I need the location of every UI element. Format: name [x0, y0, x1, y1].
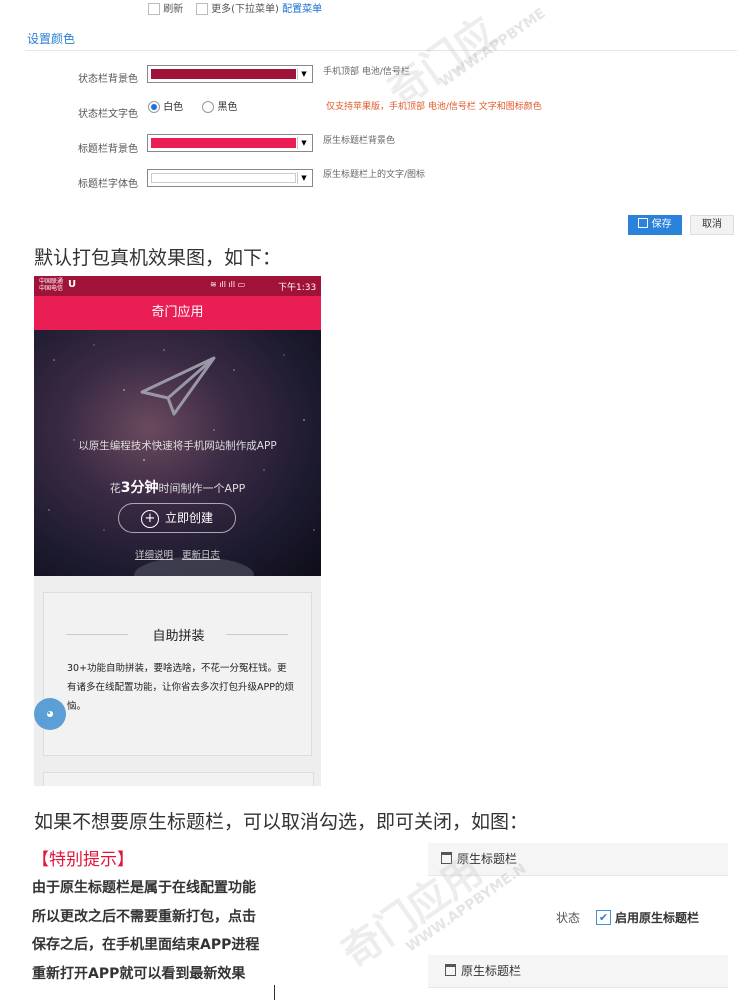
save-button-label: 保存: [651, 219, 672, 230]
phone-time: 下午1:33: [278, 283, 317, 293]
hero-line2-pre: 花: [109, 482, 121, 495]
section-title: 设置颜色: [27, 32, 76, 46]
phone-status-bar: 中国联通 中国电信 U ≋ ıll ıll ▭ 下午1:33: [34, 276, 321, 296]
chevron-down-icon: ▼: [297, 68, 310, 80]
hero-links: 详细说明 更新日志: [34, 547, 321, 561]
statusbar-text-label: 状态栏文字色: [78, 109, 138, 120]
tip-title: 【特别提示】: [32, 850, 134, 870]
titlebar-bg-swatch: [151, 138, 296, 148]
hero-line2: 花3分钟时间制作一个APP: [34, 477, 321, 497]
phone-hero: 以原生编程技术快速将手机网站制作成APP 花3分钟时间制作一个APP + 立即创建…: [34, 330, 321, 576]
titlebar-bg-select[interactable]: ▼: [147, 134, 313, 152]
carrier-info: 中国联通 中国电信: [39, 278, 63, 292]
window-icon: [445, 964, 456, 976]
watermark-url: WWW.APPBYME: [436, 5, 549, 91]
feature-card: 自助拼装 30+功能自助拼装，要啥选啥，不花一分冤枉钱。更有诸多在线配置功能，让…: [43, 592, 312, 756]
details-link[interactable]: 详细说明: [135, 550, 173, 561]
phone-screenshot: 中国联通 中国电信 U ≋ ıll ıll ▭ 下午1:33 奇门应用 以原生编…: [34, 276, 321, 786]
refresh-label: 刷新: [163, 4, 184, 15]
heading-default-effect: 默认打包真机效果图，如下：: [34, 247, 282, 269]
more-checkbox[interactable]: [195, 3, 208, 15]
enable-titlebar-label: 启用原生标题栏: [615, 911, 700, 925]
plus-circle-icon: +: [140, 509, 159, 528]
config-menu-link[interactable]: 配置菜单: [282, 4, 322, 15]
radio-black-label: 黑色: [217, 102, 238, 113]
hero-line2-bold: 3分钟: [120, 480, 159, 496]
titlebar-font-label: 标题栏字体色: [78, 179, 138, 190]
panel-header-2[interactable]: 原生标题栏: [428, 955, 728, 988]
paper-plane-icon: [140, 356, 216, 416]
carrier-2: 中国电信: [39, 285, 64, 292]
carrier-1: 中国联通: [39, 278, 64, 285]
tip-line: 所以更改之后不需要重新打包，点击: [32, 908, 256, 925]
status-label: 状态: [556, 911, 581, 925]
refresh-checkbox[interactable]: [148, 3, 160, 15]
signal-icons: ≋ ıll ıll ▭: [210, 280, 246, 289]
panel-header-1-label: 原生标题栏: [457, 852, 518, 866]
card-body: 30+功能自助拼装，要啥选啥，不花一分冤枉钱。更有诸多在线配置功能，让你省去多次…: [67, 663, 294, 712]
tip-line: 保存之后，在手机里面结束APP进程: [32, 937, 260, 953]
statusbar-bg-label: 状态栏背景色: [78, 74, 138, 85]
statusbar-bg-hint: 手机顶部 电池/信号栏: [323, 67, 410, 77]
tip-body: 由于原生标题栏是属于在线配置功能 所以更改之后不需要重新打包，点击 保存之后，在…: [32, 874, 259, 988]
phone-title-bar: 奇门应用: [34, 296, 321, 330]
enable-titlebar-checkbox[interactable]: ✔: [596, 910, 611, 925]
radio-white[interactable]: [148, 101, 160, 113]
text-cursor: [274, 985, 275, 1000]
top-options: 刷新 更多(下拉菜单) 配置菜单: [148, 0, 322, 15]
save-button[interactable]: 保存: [628, 215, 682, 235]
create-now-button[interactable]: + 立即创建: [118, 503, 236, 533]
statusbar-text-radios: 白色 黑色: [148, 98, 237, 113]
save-icon: [638, 218, 649, 228]
titlebar-font-select[interactable]: ▼: [147, 169, 313, 187]
tip-line: 由于原生标题栏是属于在线配置功能: [32, 880, 256, 896]
titlebar-bg-hint: 原生标题栏背景色: [323, 136, 396, 146]
statusbar-bg-swatch: [151, 69, 296, 79]
titlebar-font-hint: 原生标题栏上的文字/图标: [323, 170, 426, 180]
hero-line2-post: 时间制作一个APP: [158, 482, 246, 495]
chevron-down-icon: ▼: [297, 172, 310, 184]
chevron-down-icon: ▼: [297, 137, 310, 149]
chat-bubble-icon[interactable]: ◕: [34, 698, 66, 730]
statusbar-text-hint: 仅支持苹果版，手机顶部 电池/信号栏 文字和图标颜色: [326, 102, 542, 112]
hero-line1: 以原生编程技术快速将手机网站制作成APP: [78, 440, 277, 452]
heading-disable-titlebar: 如果不想要原生标题栏，可以取消勾选，即可关闭，如图：: [34, 811, 529, 833]
window-icon: [441, 852, 452, 864]
radio-black[interactable]: [202, 101, 215, 113]
create-now-label: 立即创建: [164, 511, 213, 525]
radio-white-label: 白色: [163, 102, 184, 113]
titlebar-font-swatch: [151, 173, 296, 183]
next-card: [43, 772, 314, 786]
card-title-rule-right: [226, 634, 288, 635]
titlebar-bg-label: 标题栏背景色: [78, 144, 138, 155]
changelog-link[interactable]: 更新日志: [182, 550, 220, 561]
panel-header-2-label: 原生标题栏: [461, 964, 522, 978]
section-divider: [25, 50, 737, 51]
panel-header-1[interactable]: 原生标题栏: [428, 843, 728, 876]
app-badge-icon: U: [68, 279, 77, 290]
tip-line: 重新打开APP就可以看到最新效果: [32, 965, 246, 982]
statusbar-bg-select[interactable]: ▼: [147, 65, 313, 83]
cancel-button[interactable]: 取消: [690, 215, 734, 235]
more-label: 更多(下拉菜单): [211, 4, 279, 15]
